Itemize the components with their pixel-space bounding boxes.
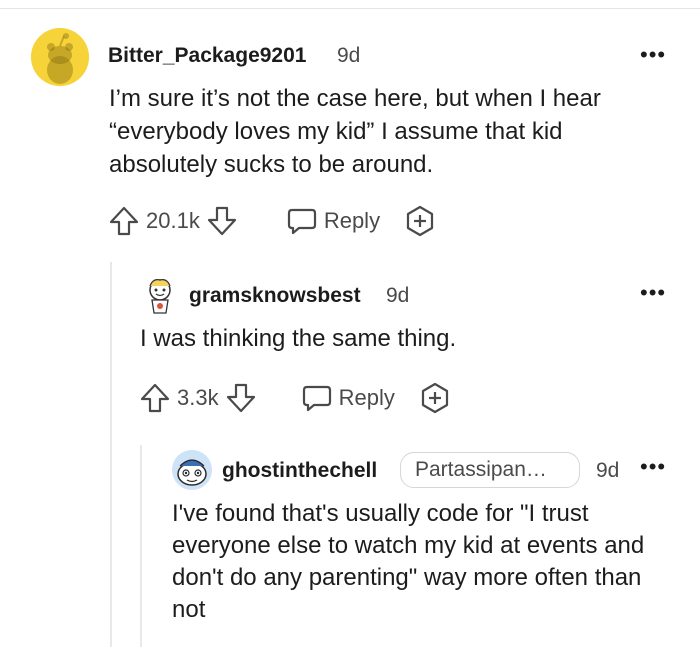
comment-actions: 20.1k Reply [108, 203, 436, 239]
user-flair: Partassipan… [400, 452, 580, 488]
vote-count: 3.3k [177, 385, 219, 410]
award-icon[interactable] [404, 205, 436, 237]
username[interactable]: ghostinthechell [222, 459, 377, 483]
upvote-icon[interactable] [108, 205, 140, 237]
cartoon-avatar-icon [149, 279, 171, 314]
more-options-button[interactable]: ••• [640, 456, 666, 478]
snoo-avatar-icon [172, 450, 212, 490]
reply-label: Reply [323, 208, 381, 233]
timestamp: 9d [337, 44, 361, 67]
timestamp: 9d [386, 284, 410, 307]
more-options-button[interactable]: ••• [640, 282, 666, 304]
snoo-avatar-icon [31, 28, 89, 86]
thread-line[interactable] [110, 262, 112, 647]
comment-bubble-icon [286, 205, 318, 237]
reply-label: Reply [338, 385, 395, 410]
vote-count: 20.1k [146, 208, 200, 233]
comment-body: I was thinking the same thing. [140, 325, 457, 352]
comment-actions: 3.3k Reply [139, 380, 451, 416]
username[interactable]: Bitter_Package9201 [108, 44, 306, 68]
username[interactable]: gramsknowsbest [189, 284, 361, 308]
timestamp: 9d [596, 459, 620, 482]
comment-body: I’m sure it’s not the case here, but whe… [109, 85, 601, 178]
avatar[interactable] [141, 276, 179, 314]
downvote-icon[interactable] [225, 382, 257, 414]
award-icon[interactable] [419, 382, 451, 414]
reply-button[interactable]: Reply [301, 382, 395, 414]
avatar[interactable] [172, 450, 212, 490]
comment-body: I've found that's usually code for "I tr… [172, 500, 645, 623]
reply-button[interactable]: Reply [286, 205, 380, 237]
comment-bubble-icon [301, 382, 333, 414]
downvote-icon[interactable] [206, 205, 238, 237]
thread-line[interactable] [140, 445, 142, 647]
upvote-icon[interactable] [139, 382, 171, 414]
top-divider [0, 8, 700, 9]
avatar[interactable] [31, 28, 89, 86]
more-options-button[interactable]: ••• [640, 44, 666, 66]
